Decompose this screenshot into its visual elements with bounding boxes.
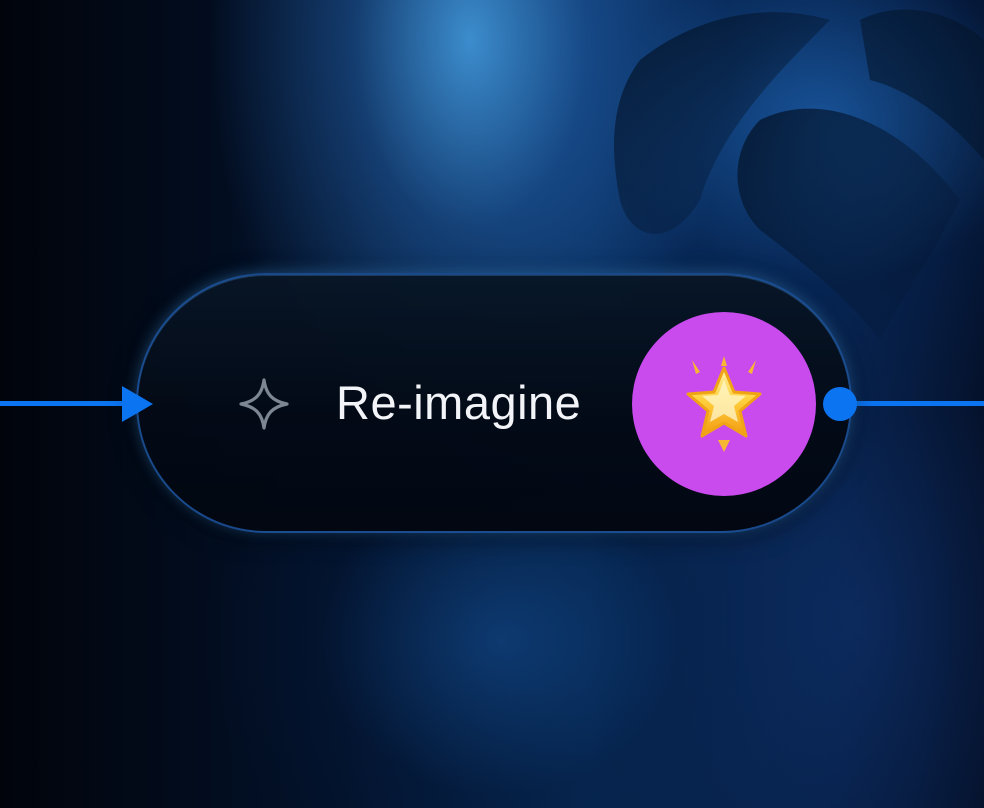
node-badge[interactable] xyxy=(632,312,816,496)
sparkle-icon xyxy=(239,378,289,430)
outgoing-connector-line xyxy=(852,401,984,406)
incoming-connector-line xyxy=(0,401,130,406)
node-label: Re-imagine xyxy=(336,376,582,429)
output-port-handle[interactable] xyxy=(823,387,857,421)
glowing-star-icon xyxy=(686,356,762,452)
input-arrow-icon xyxy=(122,386,153,422)
